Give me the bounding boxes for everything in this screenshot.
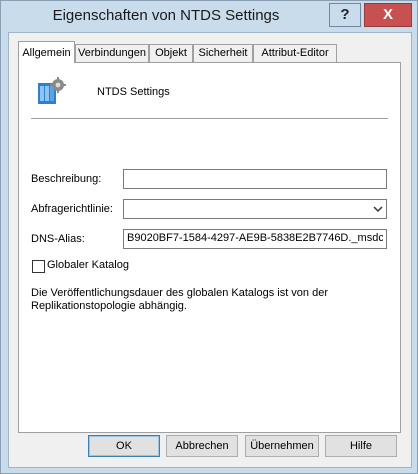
ntds-settings-icon bbox=[38, 77, 66, 104]
dns-alias-label: DNS-Alias: bbox=[31, 233, 85, 245]
apply-button[interactable]: Übernehmen bbox=[245, 435, 319, 457]
separator bbox=[31, 118, 388, 119]
window-title: Eigenschaften von NTDS Settings bbox=[52, 7, 280, 24]
global-catalog-checkbox[interactable] bbox=[32, 260, 45, 273]
tab-attribut-editor[interactable]: Attribut-Editor bbox=[253, 44, 337, 62]
tab-verbindungen[interactable]: Verbindungen bbox=[75, 44, 149, 62]
ok-button[interactable]: OK bbox=[88, 435, 160, 457]
chevron-down-icon bbox=[373, 206, 383, 213]
tab-allgemein[interactable]: Allgemein bbox=[18, 41, 75, 63]
dns-alias-field[interactable]: B9020BF7-1584-4297-AE9B-5838E2B7746D._ms… bbox=[123, 229, 387, 249]
tab-objekt[interactable]: Objekt bbox=[149, 44, 193, 62]
close-icon: X bbox=[382, 6, 393, 23]
dialog-body: Allgemein Verbindungen Objekt Sicherheit… bbox=[8, 32, 412, 468]
global-catalog-label: Globaler Katalog bbox=[47, 259, 129, 271]
help-title-button[interactable]: ? bbox=[329, 3, 361, 27]
query-policy-dropdown[interactable] bbox=[123, 199, 387, 219]
info-text: Die Veröffentlichungsdauer des globalen … bbox=[31, 287, 328, 312]
title-bar[interactable]: Eigenschaften von NTDS Settings ? X bbox=[1, 1, 417, 32]
object-name: NTDS Settings bbox=[97, 86, 170, 98]
help-button[interactable]: Hilfe bbox=[325, 435, 397, 457]
properties-dialog: Eigenschaften von NTDS Settings ? X Allg… bbox=[0, 0, 418, 474]
description-label: Beschreibung: bbox=[31, 173, 102, 185]
description-field[interactable] bbox=[123, 169, 387, 189]
query-policy-label: Abfragerichtlinie: bbox=[31, 203, 113, 215]
cancel-button[interactable]: Abbrechen bbox=[166, 435, 238, 457]
tab-panel-allgemein: NTDS Settings Beschreibung: Abfragericht… bbox=[18, 62, 401, 433]
tab-sicherheit[interactable]: Sicherheit bbox=[193, 44, 253, 62]
dns-alias-value: B9020BF7-1584-4297-AE9B-5838E2B7746D._ms… bbox=[127, 232, 383, 244]
close-button[interactable]: X bbox=[364, 3, 412, 27]
